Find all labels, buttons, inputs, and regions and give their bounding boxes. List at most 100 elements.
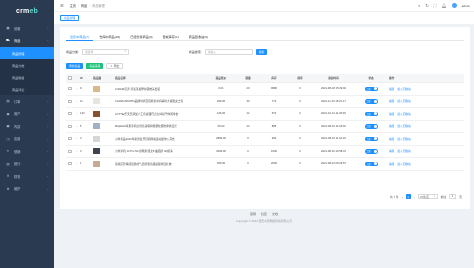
- footer-link-docs[interactable]: 文档: [272, 212, 278, 216]
- row-checkbox[interactable]: [66, 149, 74, 153]
- sidebar-subitem[interactable]: 商品分类: [0, 59, 54, 71]
- status-toggle[interactable]: 上架: [364, 111, 378, 116]
- logo[interactable]: crmeb: [0, 0, 54, 22]
- row-checkbox[interactable]: [66, 137, 74, 141]
- content-icon: ▣: [6, 124, 10, 129]
- cell-sort: 0: [299, 87, 301, 91]
- notification-icon[interactable]: 🔔︎: [441, 3, 446, 8]
- status-toggle[interactable]: 上架: [364, 86, 378, 91]
- recycle-link[interactable]: 加入回收站: [397, 99, 410, 103]
- cell-id: 11: [80, 99, 83, 103]
- status-toggle[interactable]: 上架: [364, 161, 378, 166]
- avatar[interactable]: [451, 3, 457, 8]
- row-checkbox[interactable]: [66, 112, 74, 116]
- tag-goods-manage[interactable]: 商品管理: [60, 15, 80, 21]
- cell-time: 2021-10-14 11:26:45: [321, 112, 346, 116]
- sidebar-item[interactable]: ✦ 营销 ⌄: [0, 145, 54, 158]
- sidebar-subitem[interactable]: 商品评论: [0, 83, 54, 95]
- recycle-link[interactable]: 加入回收站: [397, 87, 410, 91]
- status-toggle[interactable]: 上架: [364, 124, 378, 129]
- tab[interactable]: 警戒库存(1): [159, 32, 183, 41]
- prev-page-icon[interactable]: ‹: [402, 195, 403, 199]
- page-size-select[interactable]: 10条/页 ▾: [417, 194, 438, 199]
- cell-actions: 编辑 加入回收站: [386, 124, 426, 128]
- row-checkbox[interactable]: [66, 162, 74, 166]
- breadcrumb-home[interactable]: 主页: [70, 3, 76, 8]
- th-status: 状态: [368, 77, 374, 80]
- sidebar-item[interactable]: ¥ 财务 ⌄: [0, 170, 54, 183]
- sidebar-item[interactable]: ▣ 内容 ⌄: [0, 120, 54, 133]
- edit-link[interactable]: 编辑: [389, 112, 394, 116]
- page-number[interactable]: 1: [405, 194, 411, 199]
- th-stock: 库存: [271, 77, 277, 80]
- cell-id: 3: [80, 149, 82, 153]
- sidebar-subitem[interactable]: 商品规格: [0, 71, 54, 83]
- edit-link[interactable]: 编辑: [389, 87, 394, 91]
- sidebar-item-label: 商品: [14, 39, 21, 44]
- sidebar-item[interactable]: ⚙ 维护 ⌄: [0, 183, 54, 196]
- cell-sort: 0: [299, 162, 301, 166]
- sidebar-item[interactable]: ▥ 统计 ⌄: [0, 158, 54, 171]
- row-checkbox[interactable]: [66, 124, 74, 128]
- search-icon[interactable]: ⌕: [418, 3, 420, 8]
- goto-label: 前往: [440, 194, 447, 199]
- add-goods-button[interactable]: 添加商品: [66, 63, 84, 69]
- edit-link[interactable]: 编辑: [389, 99, 394, 103]
- status-toggle[interactable]: 上架: [364, 149, 378, 154]
- tab[interactable]: 出售中商品(7): [66, 32, 94, 41]
- recycle-link[interactable]: 加入回收站: [397, 162, 410, 166]
- tab[interactable]: 已经售罄商品(0): [126, 32, 156, 41]
- sidebar-item[interactable]: ▤ 订单 ⌄: [0, 95, 54, 108]
- product-thumbnail: [93, 135, 100, 142]
- category-select[interactable]: 请选择 ▾: [81, 48, 129, 55]
- edit-link[interactable]: 编辑: [389, 149, 394, 153]
- cell-actions: 编辑 加入回收站: [386, 137, 426, 141]
- recycle-link[interactable]: 加入回收站: [397, 112, 410, 116]
- sidebar-item[interactable]: ◫ 应用 ⌄: [0, 133, 54, 146]
- status-toggle[interactable]: 上架: [364, 99, 378, 104]
- search-input[interactable]: 请输入: [204, 48, 253, 55]
- export-button[interactable]: ⇩ 导出: [106, 63, 124, 69]
- footer-link-community[interactable]: 社区: [261, 212, 267, 216]
- sidebar-item[interactable]: ▦ 设置 ⌄: [0, 22, 54, 35]
- username[interactable]: admin: [462, 4, 470, 8]
- edit-link[interactable]: 编辑: [389, 162, 394, 166]
- sidebar-item-label: 财务: [14, 174, 21, 179]
- recycle-link[interactable]: 加入回收站: [397, 124, 410, 128]
- sidebar-item[interactable]: ⛟ 商品 ⌃: [0, 35, 54, 48]
- product-thumbnail: [93, 110, 100, 117]
- page-size-value: 10条/页: [420, 195, 429, 199]
- edit-link[interactable]: 编辑: [389, 124, 394, 128]
- sidebar-item[interactable]: ◉ 用户 ⌄: [0, 108, 54, 121]
- menu-toggle-icon[interactable]: ☰: [60, 3, 64, 8]
- chevron-down-icon: ⌄: [46, 99, 49, 104]
- tab[interactable]: 仓库中商品(49): [95, 32, 124, 41]
- refresh-icon[interactable]: ↻: [425, 3, 428, 8]
- search-button[interactable]: 搜索: [255, 48, 268, 55]
- collect-goods-button[interactable]: 商品采集: [86, 63, 104, 69]
- recycle-link[interactable]: 加入回收站: [397, 149, 410, 153]
- status-label: 上架: [366, 138, 371, 141]
- sidebar-item-label: 应用: [14, 137, 21, 142]
- tab[interactable]: 商品回收站(0): [185, 32, 212, 41]
- breadcrumb-goods[interactable]: 商品: [81, 3, 87, 8]
- cell-time: 2021-08-16 11:18:32: [321, 124, 346, 128]
- grid-icon: ▦: [6, 26, 10, 31]
- status-label: 上架: [366, 163, 371, 166]
- goto-page-input[interactable]: 1: [449, 194, 457, 199]
- row-checkbox[interactable]: [66, 99, 74, 103]
- recycle-link[interactable]: 加入回收站: [397, 137, 410, 141]
- footer-link-site[interactable]: 官网: [250, 212, 256, 216]
- status-toggle[interactable]: 上架: [364, 136, 378, 141]
- cell-sort: 0: [299, 99, 301, 103]
- sidebar-subitem[interactable]: 商品管理: [0, 47, 54, 59]
- breadcrumb-separator: /: [77, 3, 79, 8]
- cell-image: [93, 85, 115, 92]
- next-page-icon[interactable]: ›: [414, 195, 415, 199]
- select-all-checkbox[interactable]: [66, 76, 74, 80]
- cell-id: 4: [80, 137, 82, 141]
- cell-time: 2021-08-18 15:29:02: [321, 87, 346, 91]
- fullscreen-icon[interactable]: ⛶: [434, 3, 437, 8]
- edit-link[interactable]: 编辑: [389, 137, 394, 141]
- row-checkbox[interactable]: [66, 87, 74, 91]
